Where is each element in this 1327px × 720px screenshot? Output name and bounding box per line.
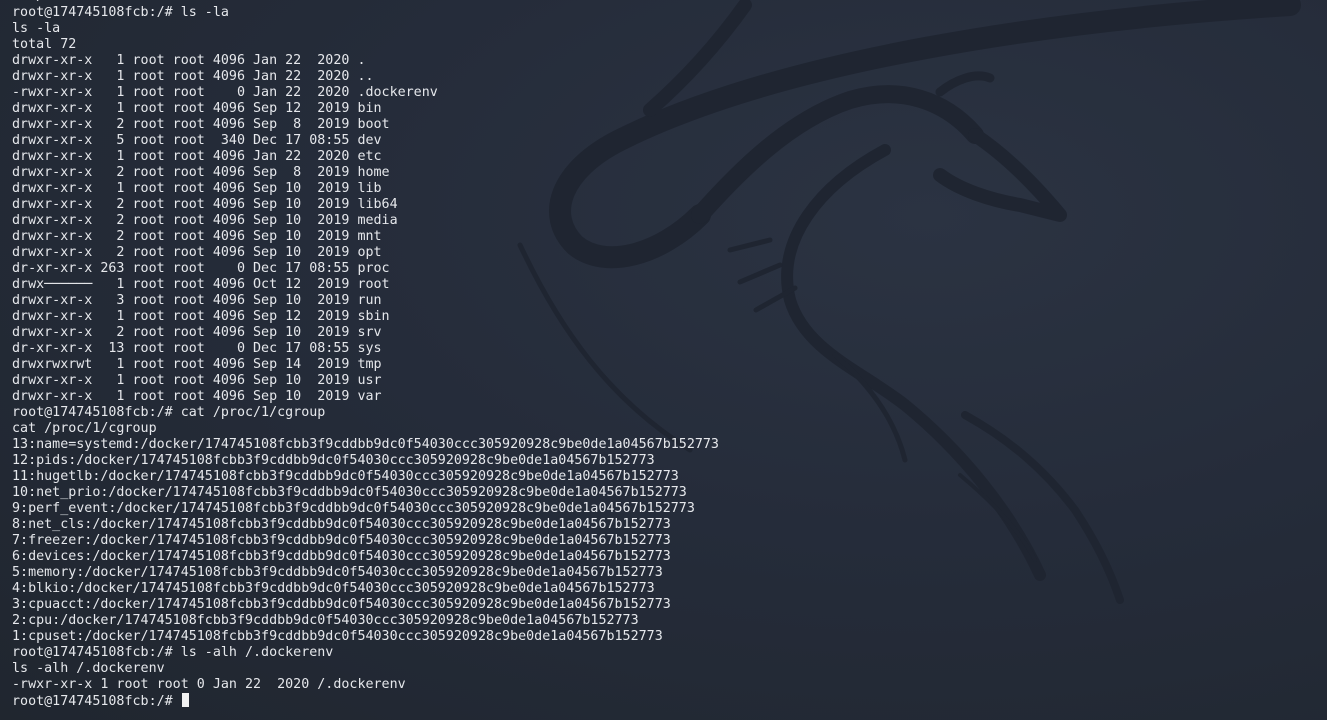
terminal-line: drwxr-xr-x 2 root root 4096 Sep 8 2019 b…	[12, 117, 390, 132]
terminal-line: 5:memory:/docker/174745108fcbb3f9cddbb9d…	[12, 565, 663, 580]
terminal-line: drwxr-xr-x 1 root root 4096 Sep 10 2019 …	[12, 181, 382, 196]
terminal-prompt-line[interactable]: root@174745108fcb:/#	[12, 693, 719, 709]
terminal-line: drwxr-xr-x 2 root root 4096 Sep 8 2019 h…	[12, 165, 390, 180]
terminal-line: dr-xr-xr-x 263 root root 0 Dec 17 08:55 …	[12, 261, 390, 276]
terminal-line: ls -la	[12, 21, 61, 36]
terminal-line: 8:net_cls:/docker/174745108fcbb3f9cddbb9…	[12, 517, 671, 532]
terminal-line: drwxr-xr-x 1 root root 4096 Sep 12 2019 …	[12, 309, 390, 324]
terminal-line: drwxr-xr-x 5 root root 340 Dec 17 08:55 …	[12, 133, 382, 148]
terminal-output: cd /root@174745108fcb:/# ls -lals -latot…	[12, 0, 719, 709]
terminal-line: 4:blkio:/docker/174745108fcbb3f9cddbb9dc…	[12, 581, 655, 596]
terminal-line: 2:cpu:/docker/174745108fcbb3f9cddbb9dc0f…	[12, 613, 639, 628]
terminal-line: cat /proc/1/cgroup	[12, 421, 157, 436]
terminal-line: drwxr-xr-x 2 root root 4096 Sep 10 2019 …	[12, 213, 398, 228]
terminal-line: 12:pids:/docker/174745108fcbb3f9cddbb9dc…	[12, 453, 655, 468]
terminal-line: drwxr-xr-x 2 root root 4096 Sep 10 2019 …	[12, 245, 382, 260]
terminal-line: drwxr-xr-x 1 root root 4096 Sep 10 2019 …	[12, 389, 382, 404]
terminal-line: -rwxr-xr-x 1 root root 0 Jan 22 2020 /.d…	[12, 677, 406, 692]
terminal-line: 1:cpuset:/docker/174745108fcbb3f9cddbb9d…	[12, 629, 663, 644]
terminal-line: 10:net_prio:/docker/174745108fcbb3f9cddb…	[12, 485, 687, 500]
terminal-line: 6:devices:/docker/174745108fcbb3f9cddbb9…	[12, 549, 671, 564]
terminal-line: root@174745108fcb:/# ls -la	[12, 5, 229, 20]
terminal-line: root@174745108fcb:/# cat /proc/1/cgroup	[12, 405, 326, 420]
terminal-line: total 72	[12, 37, 77, 52]
terminal-line: 11:hugetlb:/docker/174745108fcbb3f9cddbb…	[12, 469, 679, 484]
terminal-line: 9:perf_event:/docker/174745108fcbb3f9cdd…	[12, 501, 695, 516]
terminal-line: drwx────── 1 root root 4096 Oct 12 2019 …	[12, 277, 390, 292]
terminal-line: dr-xr-xr-x 13 root root 0 Dec 17 08:55 s…	[12, 341, 382, 356]
terminal-line: 13:name=systemd:/docker/174745108fcbb3f9…	[12, 437, 719, 452]
terminal-line: -rwxr-xr-x 1 root root 0 Jan 22 2020 .do…	[12, 85, 438, 100]
terminal-line: 3:cpuacct:/docker/174745108fcbb3f9cddbb9…	[12, 597, 671, 612]
terminal-line: drwxr-xr-x 1 root root 4096 Jan 22 2020 …	[12, 53, 366, 68]
terminal-line: drwxr-xr-x 1 root root 4096 Jan 22 2020 …	[12, 69, 374, 84]
terminal-line: drwxr-xr-x 3 root root 4096 Sep 10 2019 …	[12, 293, 382, 308]
shell-prompt: root@174745108fcb:/#	[12, 694, 181, 709]
terminal-line: root@174745108fcb:/# ls -alh /.dockerenv	[12, 645, 334, 660]
terminal-line: drwxr-xr-x 1 root root 4096 Jan 22 2020 …	[12, 149, 382, 164]
terminal-line: 7:freezer:/docker/174745108fcbb3f9cddbb9…	[12, 533, 671, 548]
terminal-line: drwxr-xr-x 1 root root 4096 Sep 10 2019 …	[12, 373, 382, 388]
terminal-line: drwxr-xr-x 1 root root 4096 Sep 12 2019 …	[12, 101, 382, 116]
terminal-line: drwxr-xr-x 2 root root 4096 Sep 10 2019 …	[12, 325, 382, 340]
text-cursor	[181, 693, 189, 707]
terminal-line: ls -alh /.dockerenv	[12, 661, 165, 676]
terminal-window[interactable]: cd /root@174745108fcb:/# ls -lals -latot…	[0, 0, 1327, 720]
terminal-line: drwxrwxrwt 1 root root 4096 Sep 14 2019 …	[12, 357, 382, 372]
terminal-line: drwxr-xr-x 2 root root 4096 Sep 10 2019 …	[12, 229, 382, 244]
terminal-line: drwxr-xr-x 2 root root 4096 Sep 10 2019 …	[12, 197, 398, 212]
